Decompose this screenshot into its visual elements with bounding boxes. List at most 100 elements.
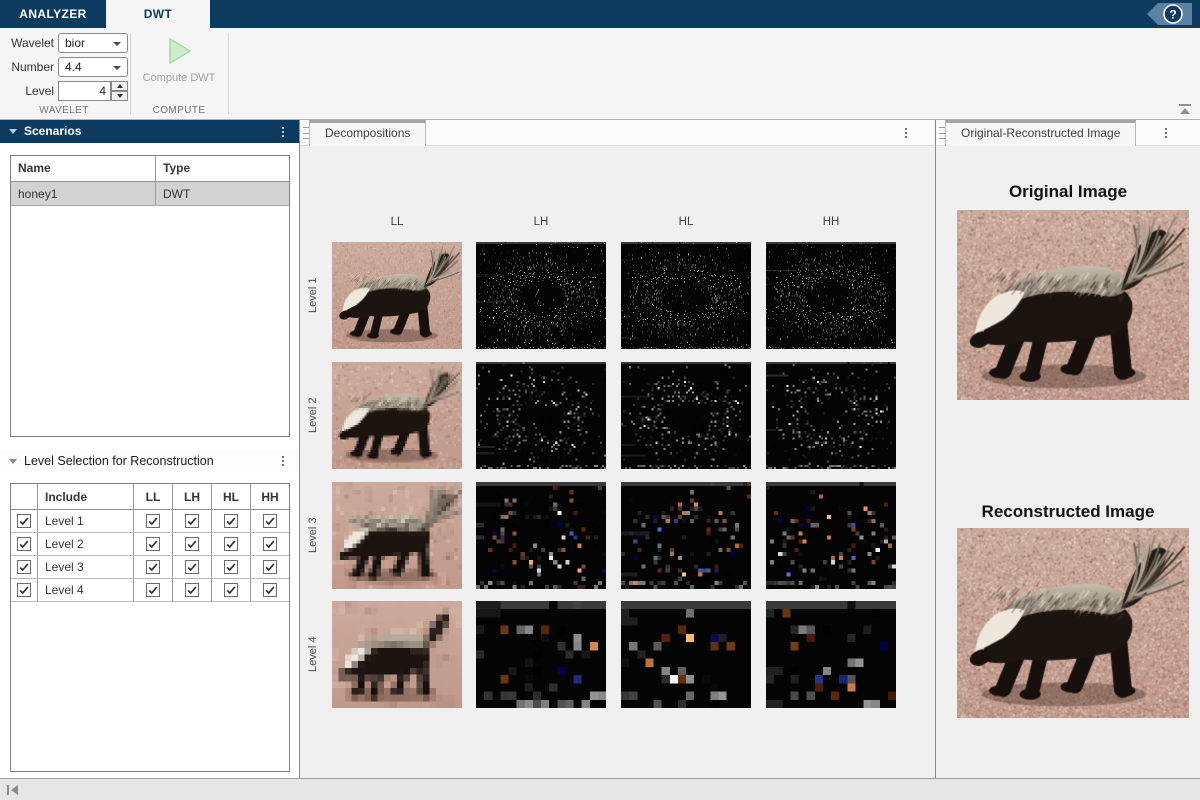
checkbox-level4-ll[interactable] [146, 583, 160, 597]
collapse-left-icon [7, 785, 18, 795]
decomposition-image-ll-level4 [332, 601, 462, 708]
level-selection-header-row: Include LL LH HL HH [11, 484, 289, 510]
number-value: 4.4 [65, 60, 82, 74]
scenarios-menu-button[interactable] [277, 124, 289, 140]
tab-analyzer[interactable]: ANALYZER [0, 0, 106, 28]
hl-column: HL [212, 484, 251, 509]
decomposition-image-hl-level3 [621, 482, 751, 589]
compute-dwt-label: Compute DWT [142, 72, 216, 84]
collapse-triangle-icon[interactable] [9, 129, 17, 134]
compute-section-label: COMPUTE [152, 105, 206, 116]
level-label: Level [25, 84, 54, 98]
checkbox-level4-hl[interactable] [224, 583, 238, 597]
toolstrip-tab-bar: ANALYZER DWT ? [0, 0, 1200, 28]
scenarios-name-column: Name [11, 156, 156, 181]
checkbox-level4-lh[interactable] [185, 583, 199, 597]
level3-row: Level 3 [11, 556, 289, 579]
checkbox-level2-hl[interactable] [224, 537, 238, 551]
checkbox-level1-lh[interactable] [185, 514, 199, 528]
scenario-name: honey1 [11, 182, 156, 205]
collapse-triangle-icon[interactable] [9, 459, 17, 464]
level4-label: Level 4 [38, 579, 134, 601]
toolstrip-ribbon: Wavelet bior Number 4.4 Level 4 WAVELET … [0, 28, 1200, 120]
wavelet-dropdown[interactable]: bior [58, 33, 128, 53]
decomposition-image-hl-level4 [621, 601, 751, 708]
scenario-row-honey1[interactable]: honey1 DWT [11, 182, 289, 206]
reconstructed-image [957, 528, 1189, 718]
ribbon-separator [130, 33, 131, 114]
ll-column: LL [134, 484, 173, 509]
level-selection-panel-header[interactable]: Level Selection for Reconstruction [0, 450, 299, 472]
checkbox-level1-ll[interactable] [146, 514, 160, 528]
checkbox-level2-lh[interactable] [185, 537, 199, 551]
column-header-ll: LL [390, 216, 404, 228]
wavelet-section-label: WAVELET [39, 105, 89, 116]
level-input[interactable]: 4 [58, 81, 111, 101]
wavelet-value: bior [65, 36, 86, 50]
checkbox-level3-hl[interactable] [224, 560, 238, 574]
checkbox-level3-hh[interactable] [263, 560, 277, 574]
decomposition-image-ll-level2 [332, 362, 462, 469]
level4-row: Level 4 [11, 579, 289, 602]
checkbox-include-level3[interactable] [17, 560, 31, 574]
number-dropdown[interactable]: 4.4 [58, 57, 128, 77]
arrow-up-icon [116, 84, 123, 88]
left-panel: Scenarios Name Type honey1 DWT Level Sel… [0, 120, 300, 778]
level1-row: Level 1 [11, 510, 289, 533]
decomposition-image-lh-level4 [476, 601, 606, 708]
compute-dwt-button[interactable]: Compute DWT [132, 32, 226, 106]
scenarios-title: Scenarios [24, 124, 82, 138]
checkbox-level3-ll[interactable] [146, 560, 160, 574]
checkbox-level1-hl[interactable] [224, 514, 238, 528]
decomposition-image-hl-level2 [621, 362, 751, 469]
level-selection-menu-button[interactable] [277, 453, 289, 469]
column-header-lh: LH [533, 216, 549, 228]
level-selection-table: Include LL LH HL HH Level 1 Level 2 Leve… [10, 483, 290, 772]
ribbon-separator [228, 33, 229, 114]
level-spin-down-button[interactable] [111, 91, 128, 101]
decomposition-image-hh-level3 [766, 482, 896, 589]
comparison-menu-button[interactable] [1160, 125, 1172, 141]
column-header-hl: HL [678, 216, 694, 228]
checkbox-include-level4[interactable] [17, 583, 31, 597]
level-spin-up-button[interactable] [111, 81, 128, 91]
checkbox-include-level2[interactable] [17, 537, 31, 551]
collapse-ribbon-button[interactable] [1178, 103, 1192, 115]
decomposition-image-hh-level1 [766, 242, 896, 349]
play-icon [169, 37, 192, 65]
collapse-left-panel-button[interactable] [6, 784, 20, 796]
row-label-level4: Level 4 [307, 636, 319, 673]
chevron-down-icon [113, 66, 121, 70]
checkbox-level3-lh[interactable] [185, 560, 199, 574]
level2-row: Level 2 [11, 533, 289, 556]
help-button[interactable]: ? [1146, 3, 1194, 25]
original-image-title: Original Image [1008, 182, 1128, 201]
scenarios-table-header: Name Type [11, 156, 289, 182]
level1-label: Level 1 [38, 510, 134, 532]
comparison-panel: Original-Reconstructed Image Original Im… [935, 120, 1200, 778]
scenarios-type-column: Type [163, 161, 191, 175]
lh-column: LH [173, 484, 212, 509]
decomposition-image-ll-level3 [332, 482, 462, 589]
arrow-down-icon [116, 94, 123, 98]
checkbox-level2-ll[interactable] [146, 537, 160, 551]
level2-label: Level 2 [38, 533, 134, 555]
decompositions-menu-button[interactable] [900, 125, 912, 141]
decomposition-image-ll-level1 [332, 242, 462, 349]
tab-decompositions[interactable]: Decompositions [309, 120, 427, 146]
wavelet-label: Wavelet [11, 36, 54, 50]
original-image [957, 210, 1189, 400]
scenarios-panel-header[interactable]: Scenarios [0, 120, 299, 143]
scenarios-table: Name Type honey1 DWT [10, 155, 290, 437]
level-selection-title: Level Selection for Reconstruction [24, 454, 214, 468]
checkbox-level1-hh[interactable] [263, 514, 277, 528]
decomposition-image-lh-level2 [476, 362, 606, 469]
checkbox-level4-hh[interactable] [263, 583, 277, 597]
column-header-hh: HH [822, 216, 840, 228]
row-label-level1: Level 1 [307, 277, 319, 314]
svg-text:?: ? [1169, 8, 1176, 22]
tab-dwt[interactable]: DWT [106, 0, 210, 28]
checkbox-include-level1[interactable] [17, 514, 31, 528]
tab-original-reconstructed[interactable]: Original-Reconstructed Image [945, 120, 1137, 146]
checkbox-level2-hh[interactable] [263, 537, 277, 551]
